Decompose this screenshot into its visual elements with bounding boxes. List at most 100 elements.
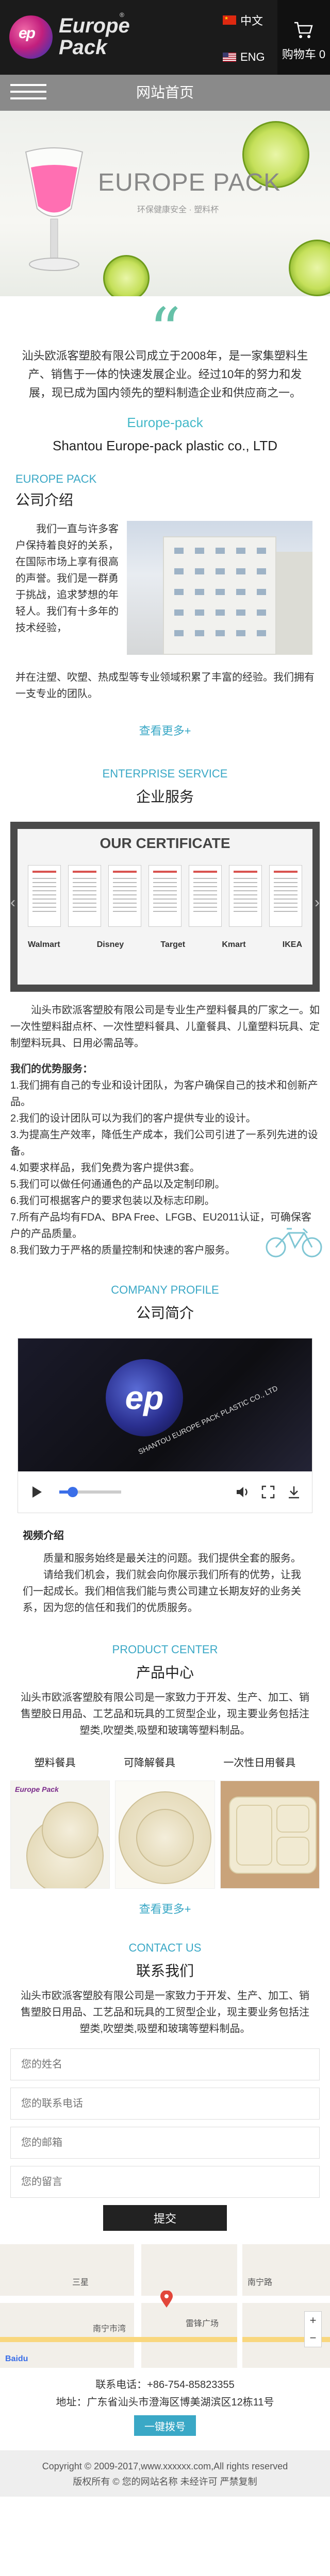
about-body: 我们一直与许多客户保持着良好的关系，在国际市场上享有很高的声誉。我们是一群勇于挑… bbox=[0, 521, 330, 722]
service-en-title: ENTERPRISE SERVICE bbox=[102, 767, 228, 780]
map-place-label: 雷锋广场 bbox=[186, 2319, 219, 2328]
carousel-prev-icon[interactable]: ‹ bbox=[10, 894, 15, 911]
fullscreen-icon[interactable] bbox=[260, 1484, 276, 1500]
tray-compartment bbox=[236, 1805, 272, 1866]
brand-logo: Kmart bbox=[222, 940, 246, 949]
footer-disclaimer: 版权所有 © 您的网站名称 未经许可 严禁复制 bbox=[73, 2477, 257, 2487]
message-field[interactable] bbox=[10, 2166, 320, 2198]
lang-chinese[interactable]: 中文 bbox=[223, 7, 274, 33]
location-map[interactable]: 三星 南宁市湾 雷锋广场 南宁路 + − Baidu bbox=[0, 2244, 330, 2368]
advantage-item: 5.我们可以做任何通通色的产品以及定制印刷。 bbox=[10, 1179, 225, 1190]
brand-logo: Target bbox=[160, 940, 186, 949]
phone-field[interactable] bbox=[10, 2088, 320, 2120]
product-grid: Europe Pack bbox=[0, 1781, 330, 1889]
map-road bbox=[237, 2244, 242, 2368]
product-card[interactable] bbox=[115, 1781, 215, 1889]
profile-en-title: COMPANY PROFILE bbox=[111, 1283, 219, 1296]
footer-copyright: Copyright © 2009-2017,www.xxxxxx.com,All… bbox=[42, 2461, 288, 2471]
intro-en-name: Europe-pack bbox=[127, 415, 203, 430]
registered-mark: ® bbox=[120, 11, 124, 19]
certificate-document bbox=[108, 865, 141, 927]
cart-label: 购物车 0 bbox=[282, 48, 326, 61]
us-flag-icon bbox=[223, 53, 236, 62]
zoom-out-button[interactable]: − bbox=[305, 2329, 321, 2347]
video-controls bbox=[18, 1471, 312, 1513]
products-more-link[interactable]: 查看更多+ bbox=[0, 1900, 330, 1917]
tab-plastic-tableware[interactable]: 塑料餐具 bbox=[35, 1754, 76, 1769]
lang-english-label: ENG bbox=[240, 50, 265, 63]
email-field[interactable] bbox=[10, 2127, 320, 2159]
play-icon[interactable] bbox=[28, 1484, 44, 1500]
china-flag-icon bbox=[223, 15, 236, 25]
advantage-item: 4.如要求样品，我们免费为客户提供3套。 bbox=[10, 1162, 200, 1174]
contact-en-title: CONTACT US bbox=[128, 1941, 202, 1954]
logo-word-2: Pack bbox=[59, 36, 107, 59]
brand-logo: IKEA bbox=[282, 940, 302, 949]
building-shape bbox=[163, 536, 276, 655]
service-text: 汕头市欧派客塑胶有限公司是专业生产塑料餐具的厂家之一。如一次性塑料甜点杯、一次性… bbox=[0, 1002, 330, 1259]
ep-logo-disc: ep bbox=[106, 1359, 183, 1436]
factory-building-image bbox=[127, 521, 312, 655]
call-button-wrap: 一键拨号 bbox=[0, 2415, 330, 2436]
certificate-document bbox=[189, 865, 222, 927]
quote-icon: “ bbox=[149, 295, 181, 367]
certificate-title: OUR CERTIFICATE bbox=[100, 835, 230, 851]
advantage-item: 2.我们的设计团队可以为我们的客户提供专业的设计。 bbox=[10, 1113, 256, 1124]
brand-logo: Walmart bbox=[28, 940, 60, 949]
lang-english[interactable]: ENG bbox=[223, 44, 274, 70]
map-road bbox=[0, 2337, 330, 2342]
tray-compartment bbox=[276, 1805, 309, 1833]
product-tabs: 塑料餐具 可降解餐具 一次性日用餐具 bbox=[0, 1754, 330, 1769]
baidu-logo: Baidu bbox=[5, 2354, 28, 2363]
lime-image bbox=[289, 240, 330, 296]
profile-cn-title: 公司简介 bbox=[136, 1305, 194, 1321]
contact-address: 地址：广东省汕头市澄海区博美湖滨区12栋11号 bbox=[56, 2397, 274, 2408]
contact-lead: 汕头市欧派客塑胶有限公司是一家致力于开发、生产、加工、销售塑胶日用品、工艺品和玩… bbox=[21, 1990, 309, 2035]
volume-icon[interactable] bbox=[235, 1484, 250, 1500]
contact-form: 提交 bbox=[0, 2048, 330, 2231]
tab-degradable-tableware[interactable]: 可降解餐具 bbox=[124, 1754, 175, 1769]
name-field[interactable] bbox=[10, 2048, 320, 2080]
advantage-item: 3.为提高生产效率，降低生产成本，我们公司引进了一系列先进的设备。 bbox=[10, 1129, 318, 1157]
map-pin-icon[interactable] bbox=[160, 2291, 173, 2308]
video-frame[interactable]: ep SHANTOU EUROPE PACK PLASTIC CO., LTD bbox=[18, 1338, 312, 1472]
advantage-item: 1.我们拥有自己的专业和设计团队，为客户确保自己的技术和创新产品。 bbox=[10, 1080, 318, 1108]
banner-subtitle: 环保健康安全 · 塑料杯 bbox=[137, 206, 219, 214]
download-icon[interactable] bbox=[286, 1484, 302, 1500]
product-card[interactable] bbox=[220, 1781, 320, 1889]
cocktail-cup-image bbox=[25, 147, 84, 271]
carousel-next-icon[interactable]: › bbox=[315, 894, 320, 911]
product-card[interactable]: Europe Pack bbox=[10, 1781, 110, 1889]
profile-paragraph: 请给我们机会，我们就会向你展示我们所有的优势，让我们一起成长。我们相信我们能与贵… bbox=[23, 1569, 301, 1614]
submit-button[interactable]: 提交 bbox=[103, 2205, 227, 2231]
product-brand-label: Europe Pack bbox=[15, 1785, 59, 1793]
about-en-title: EUROPE PACK bbox=[15, 472, 97, 485]
certificate-document bbox=[68, 865, 101, 927]
map-place-label: 南宁市湾 bbox=[93, 2325, 126, 2333]
contact-heading: CONTACT US 联系我们 bbox=[0, 1941, 330, 1980]
tab-disposable-tableware[interactable]: 一次性日用餐具 bbox=[223, 1754, 295, 1769]
site-footer: Copyright © 2009-2017,www.xxxxxx.com,All… bbox=[0, 2450, 330, 2497]
video-progress-handle[interactable] bbox=[68, 1487, 78, 1497]
nav-title[interactable]: 网站首页 bbox=[0, 75, 330, 111]
video-progress-bar[interactable] bbox=[59, 1487, 121, 1497]
lime-image bbox=[103, 255, 150, 296]
call-button[interactable]: 一键拨号 bbox=[134, 2415, 196, 2436]
brand-logos: Walmart Disney Target Kmart IKEA bbox=[28, 940, 302, 950]
map-road bbox=[134, 2244, 141, 2368]
profile-heading: COMPANY PROFILE 公司简介 bbox=[0, 1283, 330, 1323]
certificate-documents bbox=[28, 865, 302, 927]
profile-paragraph: 质量和服务始终是最关注的问题。我们提供全套的服务。 bbox=[43, 1553, 301, 1564]
site-header: ep Europe Pack ® 中文 ENG 购物车 0 bbox=[0, 0, 330, 75]
certificate-document bbox=[148, 865, 182, 927]
zoom-in-button[interactable]: + bbox=[305, 2312, 321, 2329]
logo-word-1: Europe bbox=[59, 14, 130, 37]
products-heading: PRODUCT CENTER 产品中心 bbox=[0, 1643, 330, 1682]
cart-button[interactable]: 购物车 0 bbox=[277, 0, 330, 75]
video-player[interactable]: ep SHANTOU EUROPE PACK PLASTIC CO., LTD bbox=[18, 1338, 312, 1513]
logo[interactable]: ep Europe Pack ® bbox=[9, 11, 130, 63]
tray-compartment bbox=[276, 1837, 309, 1866]
intro-text: 汕头欧派客塑胶有限公司成立于2008年，是一家集塑料生产、销售于一体的快速发展企… bbox=[22, 349, 308, 399]
intro-en-fullname: Shantou Europe-pack plastic co., LTD bbox=[53, 438, 277, 453]
about-more-link[interactable]: 查看更多+ bbox=[0, 722, 330, 738]
